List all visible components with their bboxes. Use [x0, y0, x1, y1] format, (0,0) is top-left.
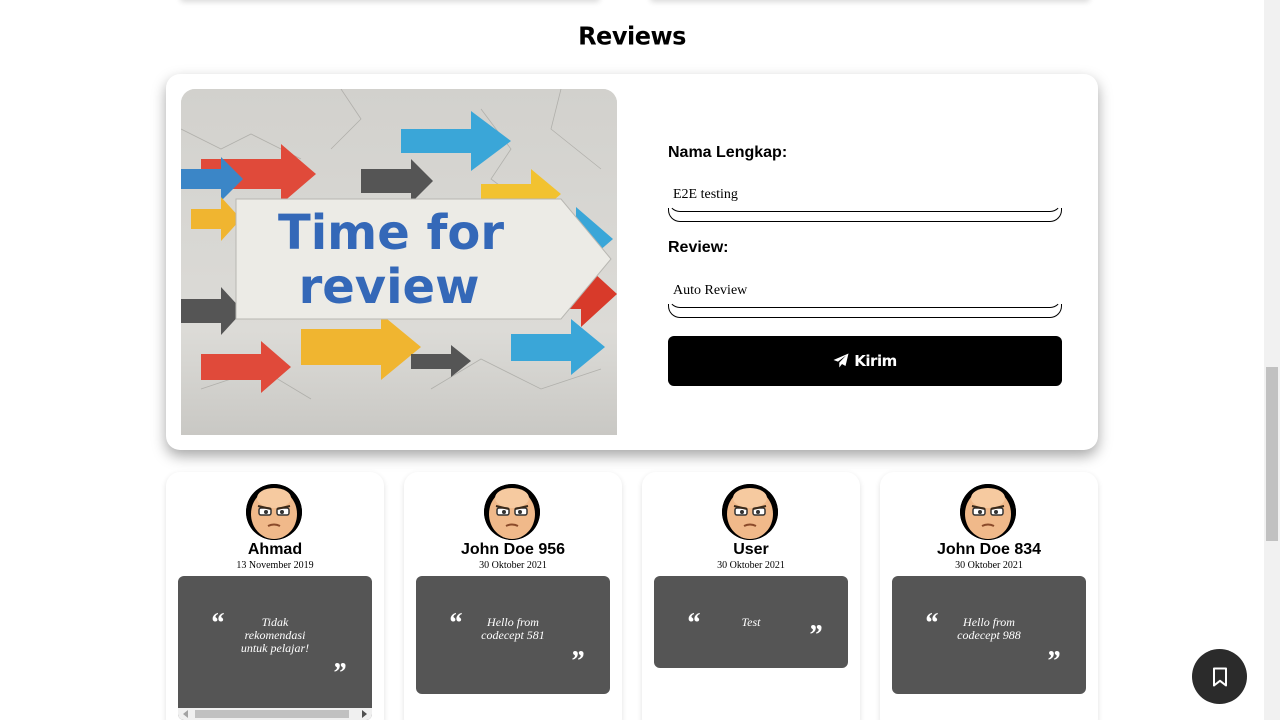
name-field-label: Nama Lengkap: — [668, 144, 788, 161]
name-input-border — [668, 208, 1062, 222]
reviewer-name: Ahmad — [247, 541, 303, 558]
quote-close-icon: ” — [332, 658, 346, 689]
section-title: Reviews — [578, 21, 686, 51]
quote-close-icon: ” — [570, 646, 584, 677]
time-for-review-image: Time for review — [181, 89, 617, 435]
review-date: 30 Oktober 2021 — [717, 560, 785, 571]
review-text: Test — [741, 615, 761, 629]
quote-open-icon: “ — [924, 608, 938, 639]
review-card: Ahmad 13 November 2019 “ Tidak rekomenda… — [166, 472, 384, 720]
quote-open-icon: “ — [448, 608, 462, 639]
vertical-scrollbar[interactable] — [1264, 0, 1280, 720]
review-input-border — [668, 304, 1062, 318]
name-input[interactable] — [668, 178, 1062, 212]
review-input[interactable] — [668, 274, 1062, 308]
scroll-left-arrow-icon[interactable] — [183, 710, 188, 718]
review-form-card: Time for review Nama Lengkap: Review: Ki… — [166, 74, 1098, 450]
avatar — [722, 484, 778, 540]
reviewer-name: User — [733, 541, 769, 558]
avatar — [246, 484, 302, 540]
review-date: 30 Oktober 2021 — [955, 560, 1023, 571]
review-text: Tidak rekomendasi untuk pelajar! — [240, 615, 310, 655]
review-quote-box: “ Hello from codecept 581 ” — [416, 576, 610, 694]
reviewer-name: John Doe 956 — [460, 541, 566, 558]
avatar — [960, 484, 1016, 540]
review-quote-box: “ Tidak rekomendasi untuk pelajar! ” — [178, 576, 372, 720]
horizontal-scrollbar[interactable] — [178, 708, 372, 720]
review-quote-box: “ Hello from codecept 988 ” — [892, 576, 1086, 694]
bookmark-button[interactable] — [1192, 649, 1247, 704]
review-date: 13 November 2019 — [236, 560, 314, 571]
review-quote-box: “ Test ” — [654, 576, 848, 668]
image-caption-line2: review — [299, 259, 480, 315]
paper-plane-icon — [833, 353, 849, 368]
review-text: Hello from codecept 988 — [957, 615, 1021, 642]
quote-open-icon: “ — [686, 608, 700, 639]
review-date: 30 Oktober 2021 — [479, 560, 547, 571]
page: Reviews Time for review Nama Lengkap: E2… — [0, 0, 1280, 720]
review-card: John Doe 834 30 Oktober 2021 “ Hello fro… — [880, 472, 1098, 720]
quote-close-icon: ” — [808, 620, 822, 651]
reviewer-name: John Doe 834 — [936, 541, 1042, 558]
review-text: Hello from codecept 581 — [481, 615, 545, 642]
bookmark-icon — [1212, 667, 1227, 686]
submit-button-label: Kirim — [854, 352, 897, 370]
quote-open-icon: “ — [210, 608, 224, 639]
scrollbar-thumb[interactable] — [195, 710, 349, 718]
review-field-label: Review: — [668, 239, 729, 256]
image-caption-line1: Time for — [278, 205, 504, 261]
scroll-right-arrow-icon[interactable] — [362, 710, 367, 718]
quote-close-icon: ” — [1046, 646, 1060, 677]
review-card: John Doe 956 30 Oktober 2021 “ Hello fro… — [404, 472, 622, 720]
vertical-scrollbar-thumb[interactable] — [1266, 367, 1278, 541]
review-card: User 30 Oktober 2021 “ Test ” — [642, 472, 860, 720]
avatar — [484, 484, 540, 540]
submit-button[interactable]: Kirim — [668, 336, 1062, 386]
